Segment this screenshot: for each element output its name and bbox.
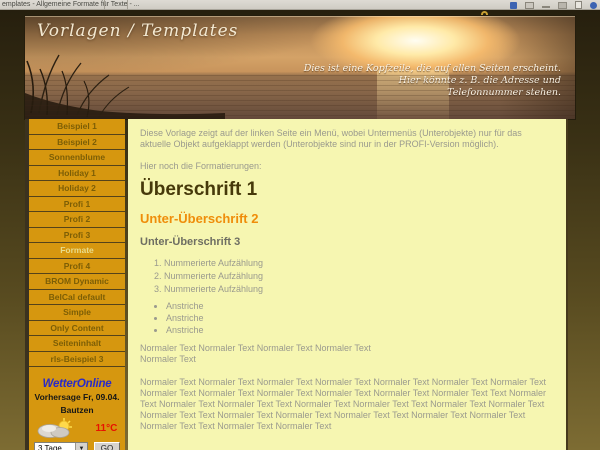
wetteronline-logo[interactable]: WetterOnline	[43, 378, 112, 390]
sidebar-item-brom-dynamic[interactable]: BROM Dynamic	[29, 274, 125, 290]
weather-controls: 3 Tage ▼ GO	[34, 442, 120, 450]
sidebar-item-profi-1[interactable]: Profi 1	[29, 197, 125, 213]
page-icon[interactable]	[575, 1, 582, 9]
chrome-separator	[104, 0, 105, 10]
tagline-line-3: Telefonnummer stehen.	[304, 87, 561, 99]
numbered-list: Nummerierte Aufzählung Nummerierte Aufzä…	[140, 257, 554, 296]
sidebar-item-formate[interactable]: Formate	[29, 243, 125, 259]
sidebar-item-sonnenblume[interactable]: Sonnenblume	[29, 150, 125, 166]
sidebar-item-profi-2[interactable]: Profi 2	[29, 212, 125, 228]
weather-temperature: 11°C	[96, 423, 118, 434]
tagline-line-2: Hier könnte z. B. die Adresse und	[304, 75, 561, 87]
bullet-list-item: Anstriche	[166, 312, 554, 324]
help-icon[interactable]	[590, 2, 597, 9]
sidebar-item-belcal-default[interactable]: BelCal default	[29, 290, 125, 306]
page-background: Vorlagen / Templates Dies ist eine Kopfz…	[0, 10, 600, 450]
sidebar-item-beispiel-1[interactable]: Beispiel 1	[29, 119, 125, 135]
numbered-list-item: Nummerierte Aufzählung	[164, 257, 554, 270]
weather-forecast-date: Vorhersage Fr, 09.04.	[35, 392, 120, 403]
bookmark-icon[interactable]	[510, 2, 517, 9]
sidebar-item-profi-3[interactable]: Profi 3	[29, 228, 125, 244]
minimize-icon[interactable]	[542, 6, 550, 8]
forecast-range-select[interactable]: 3 Tage ▼	[34, 442, 88, 450]
browser-toolbar-icons	[510, 1, 597, 9]
sun-behind-cloud-icon	[37, 418, 73, 438]
chrome-separator	[127, 0, 128, 10]
sidebar-item-only-content[interactable]: Only Content	[29, 321, 125, 337]
heading-1: Überschrift 1	[140, 180, 554, 200]
browser-tab-title: emplates - Allgemeine Formate für Texte …	[2, 1, 140, 8]
numbered-list-item: Nummerierte Aufzählung	[164, 270, 554, 283]
browser-chrome: emplates - Allgemeine Formate für Texte …	[0, 0, 600, 10]
bullet-list: Anstriche Anstriche Anstriche	[140, 300, 554, 336]
tagline-line-1: Dies ist eine Kopfzeile, die auf allen S…	[304, 63, 561, 75]
beach-grass-icon	[25, 47, 225, 119]
window-icon[interactable]	[525, 2, 534, 9]
sidebar-item-simple[interactable]: Simple	[29, 305, 125, 321]
bullet-list-item: Anstriche	[166, 324, 554, 336]
normal-text-paragraph-2: Normaler Text Normaler Text Normaler Tex…	[140, 377, 554, 432]
bullet-list-item: Anstriche	[166, 300, 554, 312]
numbered-list-item: Nummerierte Aufzählung	[164, 283, 554, 296]
site-title: Vorlagen / Templates	[37, 21, 238, 41]
sidebar-item-profi-4[interactable]: Profi 4	[29, 259, 125, 275]
forecast-range-value: 3 Tage	[35, 443, 75, 450]
formats-label: Hier noch die Formatierungen:	[140, 161, 554, 172]
screenshot-root: emplates - Allgemeine Formate für Texte …	[0, 0, 600, 450]
sun-reflection	[377, 70, 449, 119]
header-tagline: Dies ist eine Kopfzeile, die auf allen S…	[304, 63, 561, 99]
sidebar: Beispiel 1 Beispiel 2 Sonnenblume Holida…	[25, 119, 125, 450]
weather-city: Bautzen	[60, 405, 93, 416]
sidebar-item-holiday-1[interactable]: Holiday 1	[29, 166, 125, 182]
heading-2: Unter-Überschrift 2	[140, 212, 554, 225]
weather-go-button[interactable]: GO	[94, 442, 120, 450]
sidebar-item-holiday-2[interactable]: Holiday 2	[29, 181, 125, 197]
heading-3: Unter-Überschrift 3	[140, 237, 554, 248]
sidebar-item-seiteninhalt[interactable]: Seiteninhalt	[29, 336, 125, 352]
intro-paragraph: Diese Vorlage zeigt auf der linken Seite…	[140, 128, 554, 150]
sidebar-item-rls-beispiel-3[interactable]: rls-Beispiel 3	[29, 352, 125, 368]
weather-widget: WetterOnline Vorhersage Fr, 09.04. Bautz…	[29, 367, 125, 450]
sidebar-item-beispiel-2[interactable]: Beispiel 2	[29, 135, 125, 151]
header-banner: Vorlagen / Templates Dies ist eine Kopfz…	[25, 16, 575, 119]
normal-text-paragraph-1: Normaler Text Normaler Text Normaler Tex…	[140, 343, 554, 365]
weather-condition-row: 11°C	[37, 418, 118, 438]
main-content: Diese Vorlage zeigt auf der linken Seite…	[128, 119, 568, 450]
chevron-down-icon[interactable]: ▼	[75, 443, 87, 450]
restore-icon[interactable]	[558, 2, 567, 9]
